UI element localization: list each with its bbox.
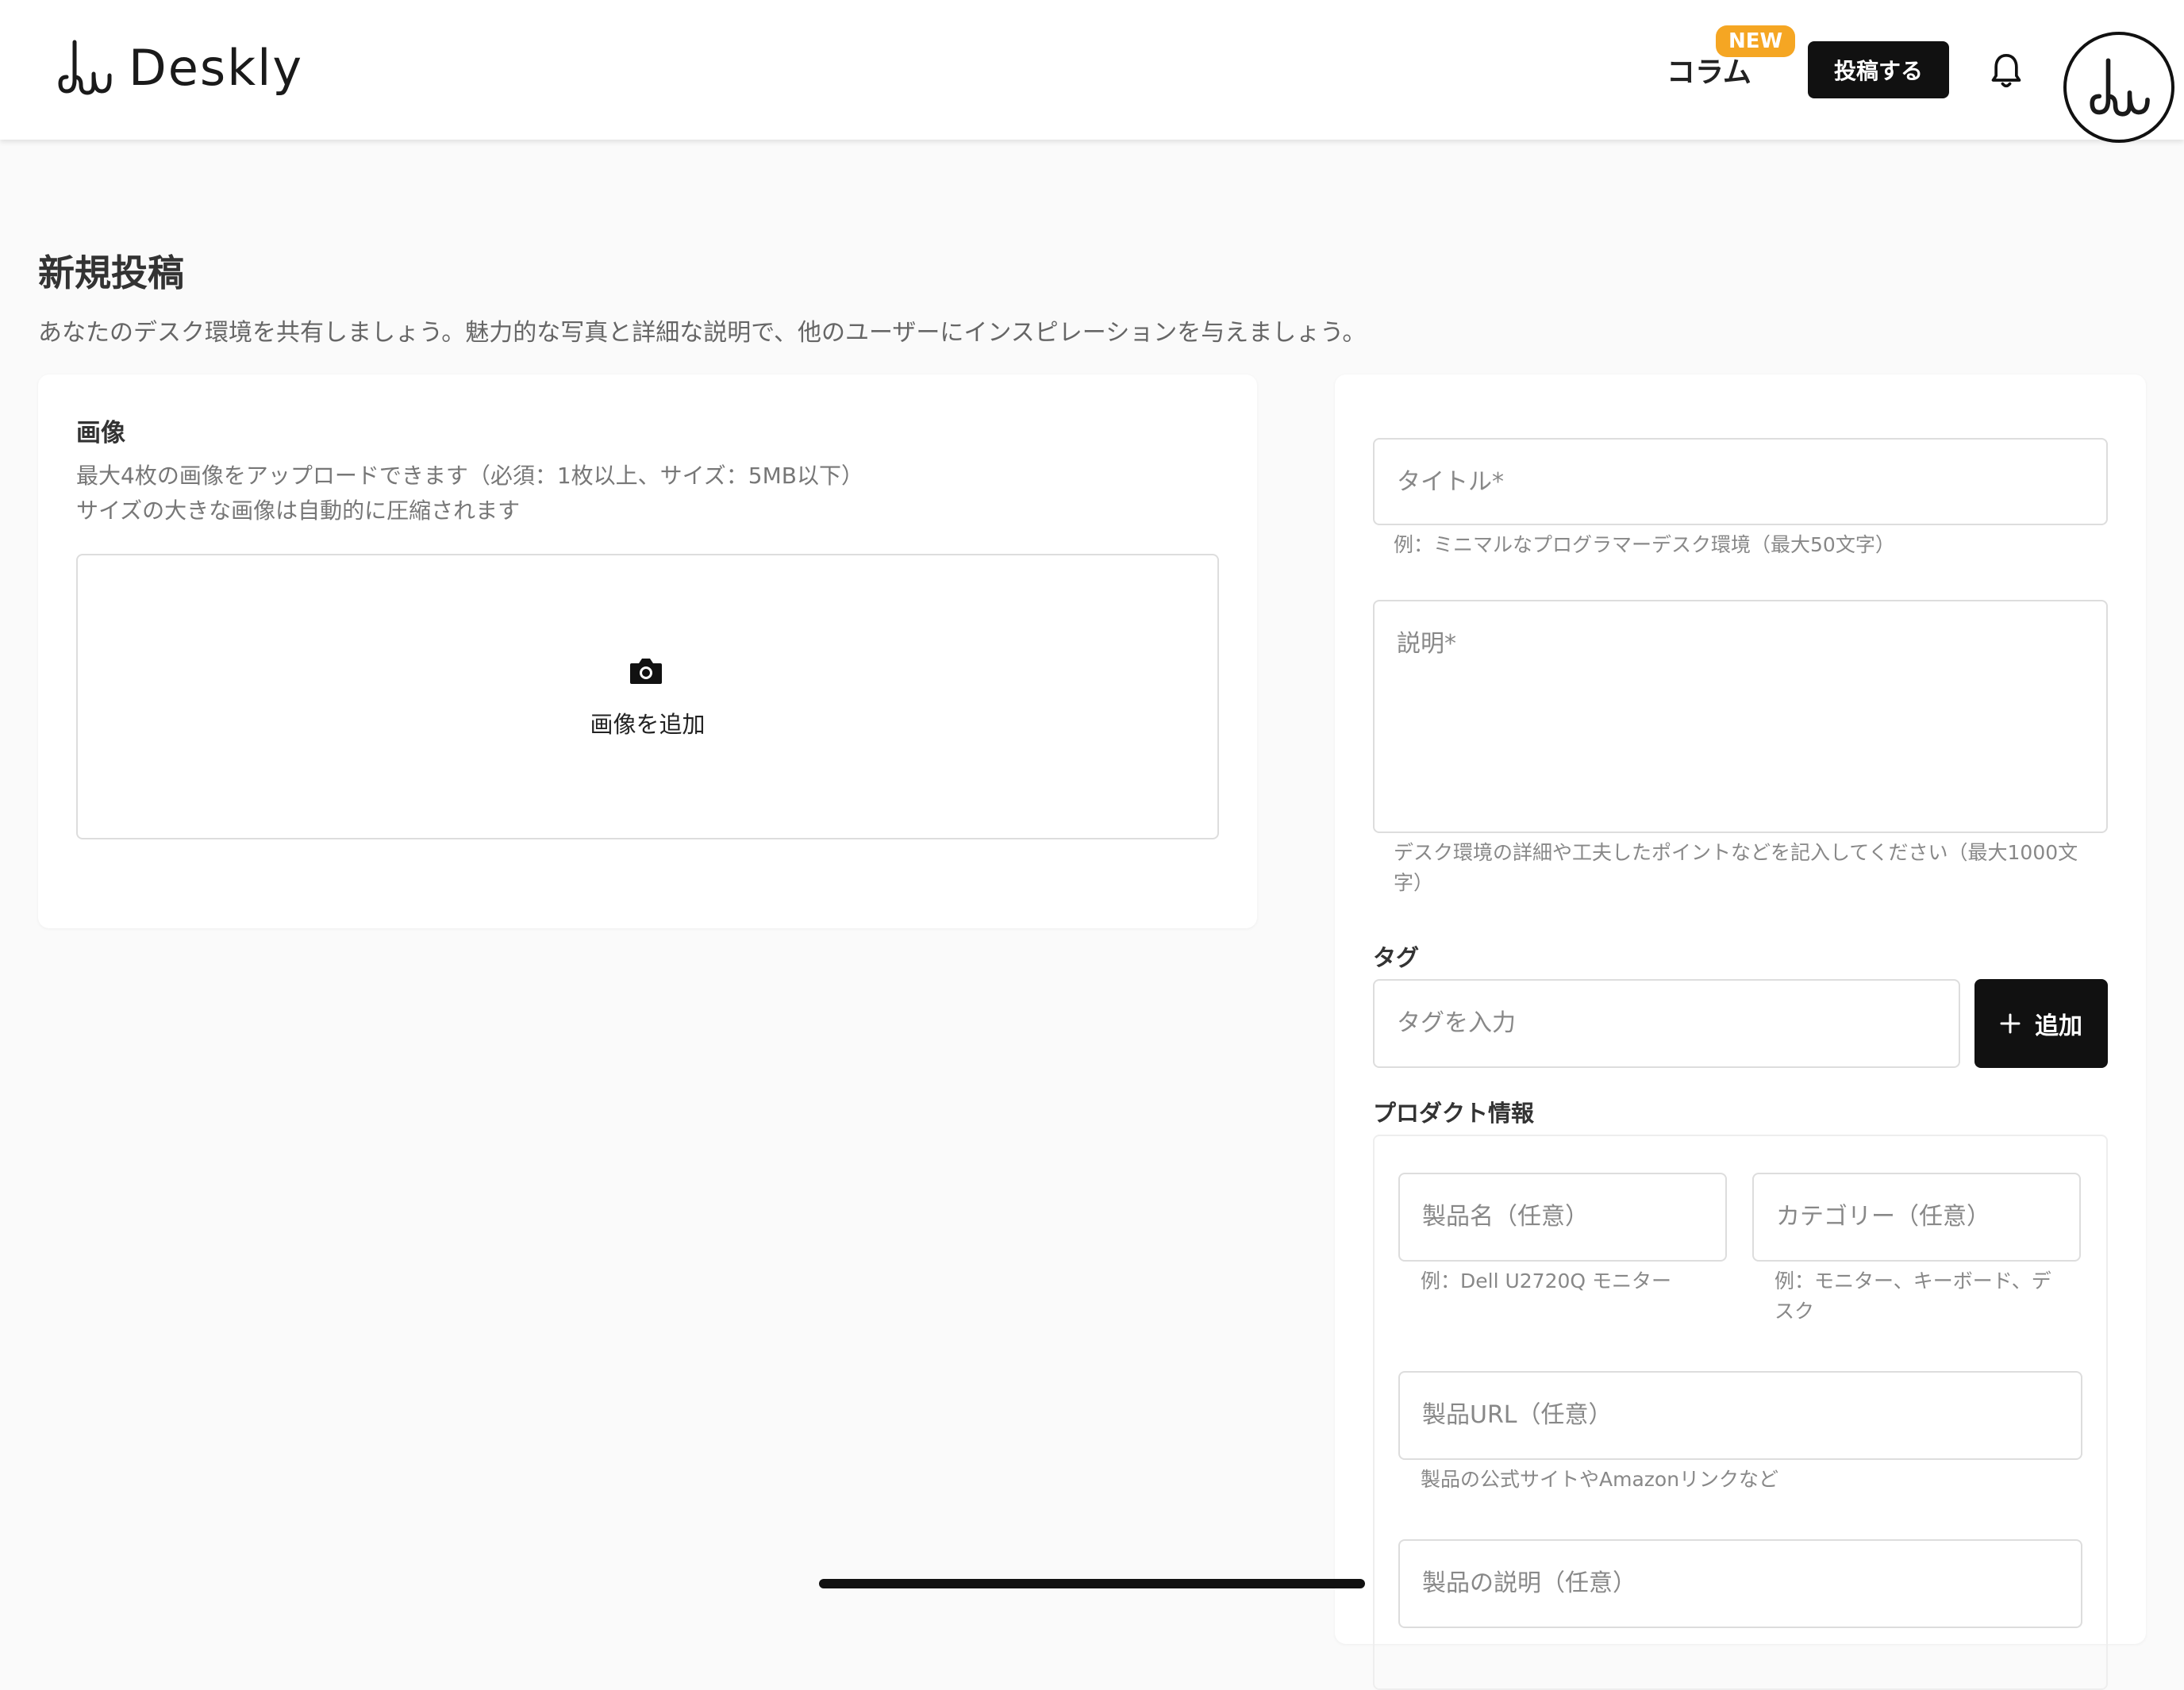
top-header: Deskly コラム NEW 投稿する bbox=[0, 0, 2184, 143]
user-avatar-icon bbox=[2090, 58, 2150, 117]
post-button[interactable]: 投稿する bbox=[1808, 41, 1949, 98]
user-avatar[interactable] bbox=[2063, 32, 2174, 143]
product-section-title: プロダクト情報 bbox=[1373, 1100, 1535, 1127]
deskly-logo-icon bbox=[58, 40, 112, 95]
product-description-placeholder: 製品の説明（任意） bbox=[1422, 1569, 1636, 1597]
product-category-input[interactable]: カテゴリー（任意） bbox=[1752, 1173, 2081, 1262]
new-badge: NEW bbox=[1716, 25, 1796, 57]
images-help-line2: サイズの大きな画像は自動的に圧縮されます bbox=[76, 497, 521, 524]
tag-placeholder: タグを入力 bbox=[1397, 1009, 1516, 1037]
title-placeholder: タイトル* bbox=[1397, 468, 1504, 496]
bell-icon[interactable] bbox=[1989, 52, 2024, 90]
description-help: デスク環境の詳細や工夫したポイントなどを記入してください（最大1000文字） bbox=[1394, 841, 2078, 894]
plus-icon bbox=[2000, 1013, 2021, 1034]
add-image-label[interactable]: 画像を追加 bbox=[0, 706, 1295, 739]
page-subtitle: あなたのデスク環境を共有しましょう。魅力的な写真と詳細な説明で、他のユーザーにイ… bbox=[38, 319, 1367, 347]
product-description-input[interactable]: 製品の説明（任意） bbox=[1398, 1539, 2082, 1628]
images-section-title: 画像 bbox=[76, 419, 125, 447]
product-name-placeholder: 製品名（任意） bbox=[1422, 1203, 1589, 1231]
title-input[interactable]: タイトル* bbox=[1373, 438, 2108, 525]
product-url-placeholder: 製品URL（任意） bbox=[1422, 1401, 1613, 1429]
brand-logo[interactable]: Deskly bbox=[57, 32, 303, 103]
tag-input[interactable]: タグを入力 bbox=[1373, 979, 1960, 1068]
product-url-input[interactable]: 製品URL（任意） bbox=[1398, 1371, 2082, 1460]
logo-text: Deskly bbox=[129, 38, 304, 97]
camera-icon[interactable] bbox=[629, 655, 663, 686]
add-tag-label: 追加 bbox=[2035, 1012, 2082, 1040]
title-help: 例：ミニマルなプログラマーデスク環境（最大50文字） bbox=[1394, 533, 1895, 556]
add-tag-button[interactable]: 追加 bbox=[1974, 979, 2108, 1068]
product-url-help: 製品の公式サイトやAmazonリンクなど bbox=[1421, 1468, 1779, 1491]
description-placeholder: 説明* bbox=[1397, 630, 1456, 658]
product-name-help: 例：Dell U2720Q モニター bbox=[1421, 1269, 1672, 1292]
images-help-line1: 最大4枚の画像をアップロードできます（必須：1枚以上、サイズ：5MB以下） bbox=[76, 463, 863, 489]
product-category-help: 例：モニター、キーボード、デスク bbox=[1774, 1269, 2051, 1323]
product-name-input[interactable]: 製品名（任意） bbox=[1398, 1173, 1727, 1262]
home-indicator bbox=[819, 1579, 1365, 1588]
tags-label: タグ bbox=[1373, 944, 1420, 971]
product-category-placeholder: カテゴリー（任意） bbox=[1776, 1203, 1990, 1231]
description-textarea[interactable]: 説明* bbox=[1373, 600, 2108, 833]
page-title: 新規投稿 bbox=[38, 252, 184, 294]
image-dropzone[interactable] bbox=[76, 554, 1219, 839]
